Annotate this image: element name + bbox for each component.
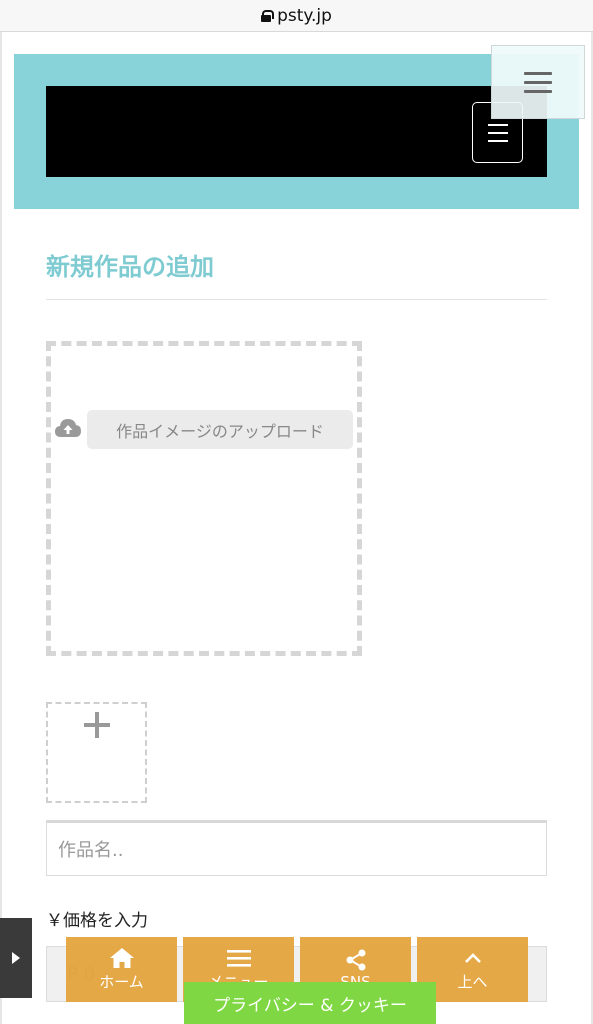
upload-image-button[interactable]: 作品イメージのアップロード [87, 410, 353, 449]
title-divider [46, 299, 547, 300]
image-upload-dropzone[interactable] [46, 341, 362, 656]
hamburger-icon-line [524, 89, 552, 93]
nav-home-button[interactable]: ホーム [66, 937, 177, 1002]
hamburger-icon-line [487, 139, 508, 142]
add-image-button[interactable] [46, 702, 147, 803]
floating-menu-button[interactable] [491, 45, 585, 119]
work-name-placeholder: 作品名.. [58, 840, 124, 861]
hamburger-icon-line [487, 123, 508, 126]
plus-icon [84, 712, 110, 738]
privacy-cookie-button[interactable]: プライバシー & クッキー [184, 982, 436, 1024]
nav-home-label: ホーム [99, 973, 144, 991]
menu-icon [226, 950, 251, 967]
hamburger-icon-line [487, 131, 508, 134]
cloud-upload-icon [55, 419, 81, 437]
hamburger-icon-line [524, 71, 552, 75]
page-frame-left [0, 32, 2, 1024]
nav-top-label: 上へ [457, 973, 488, 991]
share-icon [346, 949, 365, 970]
browser-url-bar[interactable]: psty.jp [0, 0, 593, 32]
side-panel-toggle[interactable] [0, 918, 32, 998]
chevron-up-icon [464, 953, 481, 963]
home-icon [109, 948, 134, 968]
browser-url: psty.jp [277, 5, 332, 26]
play-arrow-icon [12, 952, 20, 964]
page-title: 新規作品の追加 [46, 253, 214, 281]
lock-icon [261, 9, 275, 22]
work-name-input[interactable]: 作品名.. [46, 820, 547, 876]
price-label: ￥価格を入力 [46, 911, 148, 931]
hamburger-icon-line [524, 80, 552, 84]
